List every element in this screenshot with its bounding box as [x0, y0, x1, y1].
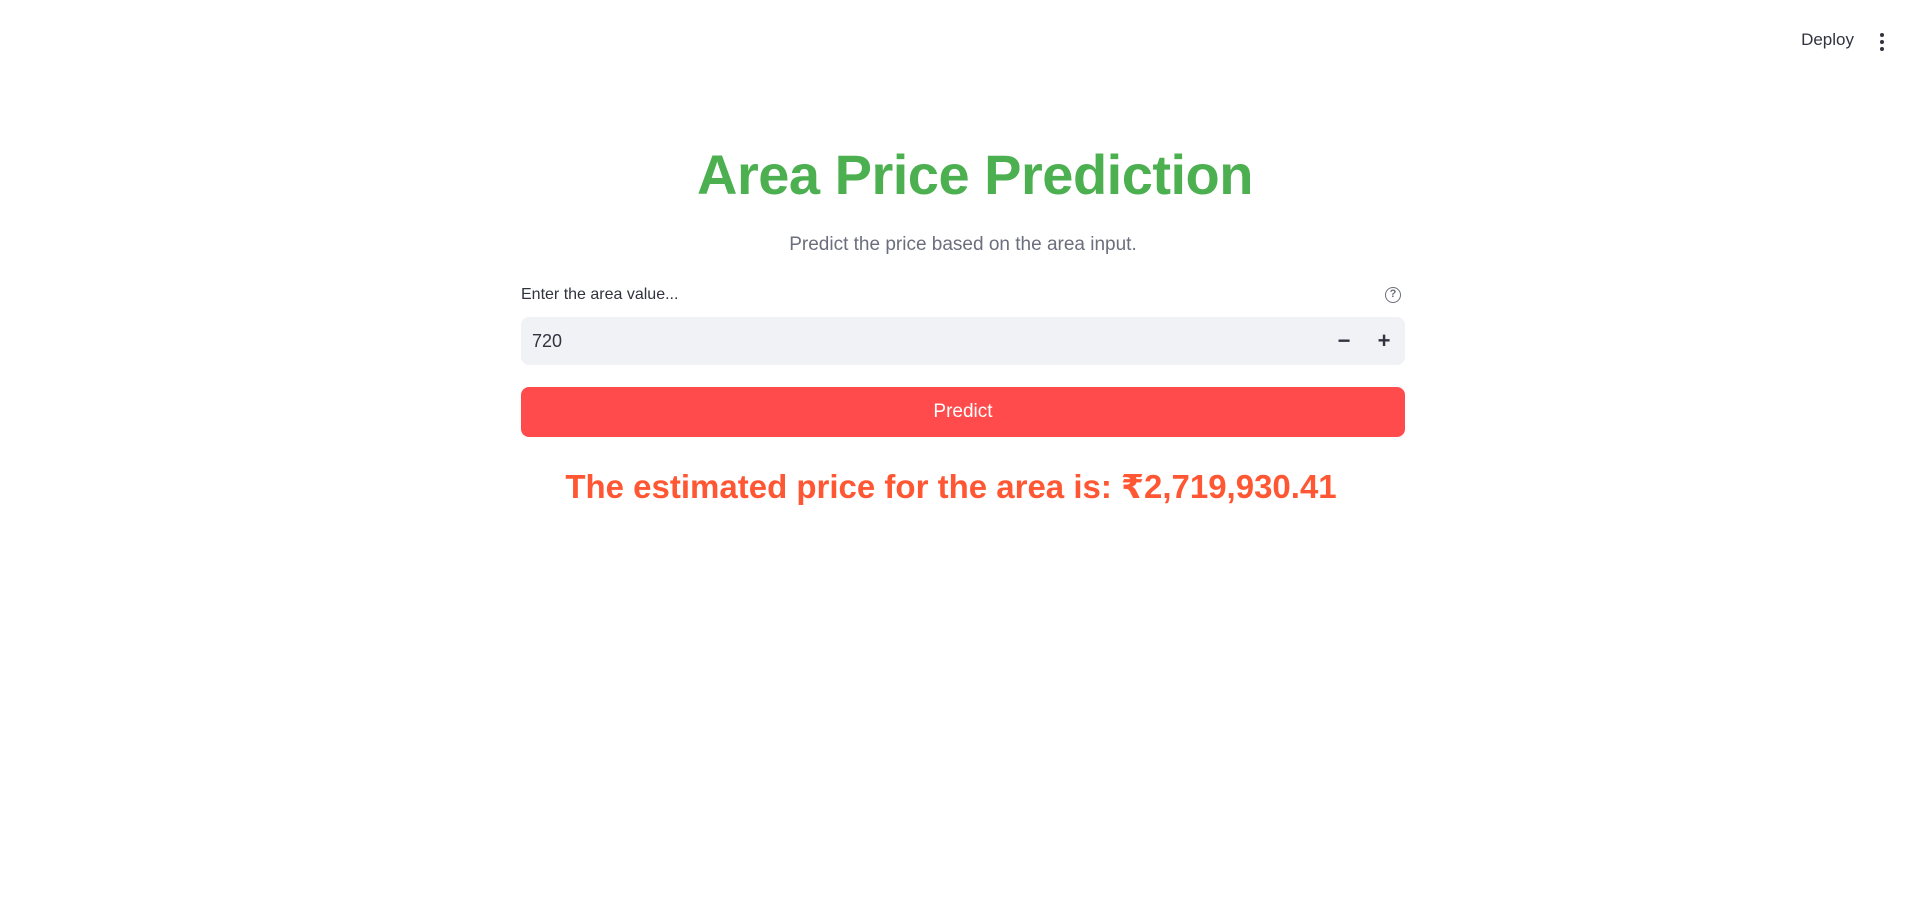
area-number-input: − +	[521, 317, 1405, 365]
decrement-button[interactable]: −	[1324, 317, 1364, 365]
page-subtitle: Predict the price based on the area inpu…	[789, 234, 1137, 255]
deploy-button[interactable]: Deploy	[1801, 30, 1854, 50]
question-circle-icon[interactable]: ?	[1385, 287, 1401, 303]
app-header: Deploy	[0, 0, 1918, 84]
increment-button[interactable]: +	[1364, 317, 1404, 365]
page-title: Area Price Prediction	[697, 143, 1253, 206]
result-text: The estimated price for the area is: ₹2,…	[565, 468, 1337, 505]
area-input-label: Enter the area value...	[521, 286, 679, 303]
area-input[interactable]	[521, 317, 1301, 365]
vertical-ellipsis-icon[interactable]	[1878, 33, 1886, 51]
predict-button[interactable]: Predict	[521, 387, 1405, 437]
